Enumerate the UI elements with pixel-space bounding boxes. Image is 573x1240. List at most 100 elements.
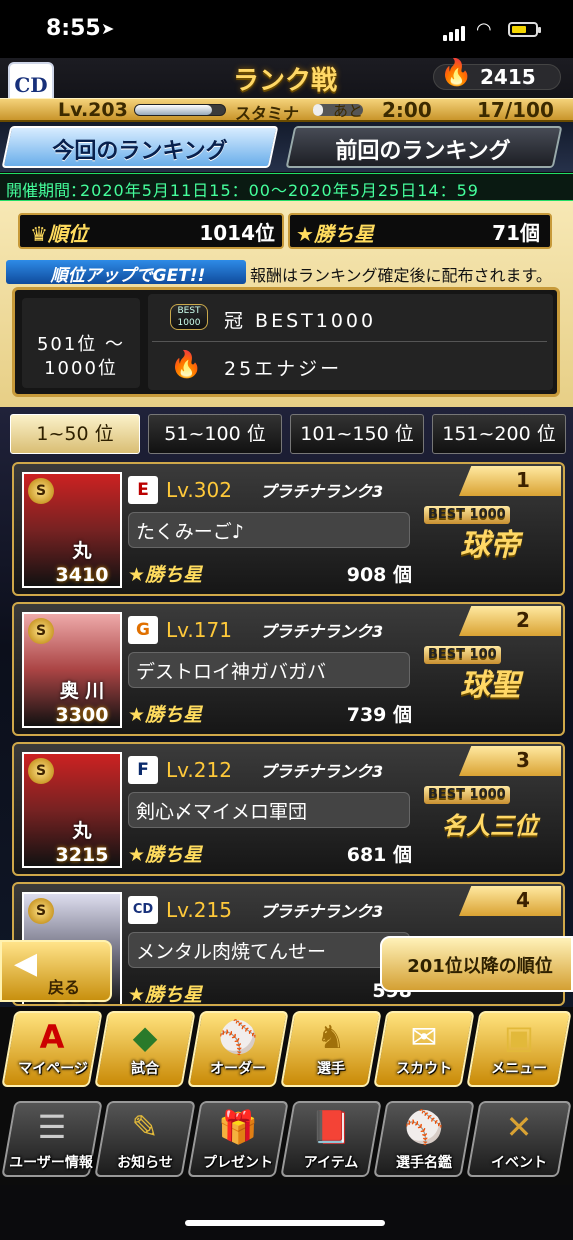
stamina-remaining-label: あと — [333, 102, 364, 120]
player-name: 奥 川 — [59, 680, 105, 702]
event-period-label: 開催期間： — [6, 181, 87, 200]
title-badge-icon: BEST 1000 名人三位 — [420, 782, 560, 870]
rank-label: ♛順位 — [30, 222, 88, 246]
nav-item-label: アイテム — [303, 1155, 359, 1171]
present-icon: 🎁 — [218, 1108, 258, 1146]
user-info-icon: ☰ — [37, 1108, 67, 1146]
player-portrait: S 丸 3410 — [22, 472, 122, 588]
platinum-rank-label: プラチナランク3 — [260, 622, 384, 641]
rank-number: 3 — [516, 748, 530, 772]
star-icon: ★ — [128, 844, 146, 866]
nav-players-label: 選手 — [317, 1061, 345, 1077]
page-tab-1-50[interactable]: 1~50 位 — [10, 414, 140, 454]
player-portrait: S 丸 3215 — [22, 752, 122, 868]
wifi-icon: ◠ — [476, 19, 492, 40]
user-name: 剣心〆マイメロ軍団 — [136, 801, 308, 823]
reward-item-crown: 冠 BEST1000 — [224, 310, 377, 332]
s-rank-badge-icon: S — [28, 618, 54, 644]
order-icon: ⚾ — [218, 1018, 258, 1056]
s-rank-badge-icon: S — [28, 898, 54, 924]
star-icon: ★ — [128, 704, 146, 726]
energy-value: 2415 — [480, 65, 536, 89]
event-bats-icon: ✕ — [505, 1108, 533, 1146]
wins-label: ★勝ち星 — [128, 844, 203, 866]
nav-menu-label: メニュー — [491, 1061, 547, 1077]
ranks-after-201-label: 201位以降の順位 — [407, 956, 553, 977]
title-badge-icon: BEST 1000 球帝 — [420, 502, 560, 590]
best-crown-icon: BEST 1000 — [170, 304, 208, 330]
title-badge-icon: BEST 100 球聖 — [420, 642, 560, 730]
player-icon: ♞ — [316, 1018, 346, 1056]
signal-icon — [443, 22, 467, 41]
reward-note: 報酬はランキング確定後に配布されます。 — [250, 266, 552, 285]
wins-value: 739 個 — [346, 704, 412, 726]
tab-current-label: 今回のランキング — [52, 139, 228, 164]
user-level: Lv.215 — [166, 898, 232, 922]
rank-number: 4 — [516, 888, 530, 912]
platinum-rank-label: プラチナランク3 — [260, 762, 384, 781]
wins-label: ★勝ち星 — [128, 984, 203, 1006]
status-bar: 8:55 ➤ ◠ — [0, 0, 573, 58]
page-tab-151-200[interactable]: 151~200 位 — [432, 414, 566, 454]
news-icon: ✎ — [131, 1108, 159, 1146]
wins-label: ★勝ち星 — [128, 704, 203, 726]
reward-range-line2: 1000位 — [44, 358, 118, 379]
page-title: ランク戦 — [232, 66, 337, 96]
nav-mypage-label: マイページ — [18, 1061, 88, 1077]
nav-order-label: オーダー — [210, 1061, 266, 1077]
player-rating: 3215 — [55, 844, 109, 866]
back-arrow-icon: ◀ — [14, 946, 38, 981]
nav-scout-label: スカウト — [396, 1061, 452, 1077]
team-icon: CD — [128, 896, 158, 924]
wins-value: 681 個 — [346, 844, 412, 866]
ranking-entry[interactable]: S 奥 川 3300 G Lv.171 プラチナランク3 デストロイ神ガバガバ … — [12, 602, 565, 736]
player-rating: 3410 — [55, 564, 109, 586]
s-rank-badge-icon: S — [28, 758, 54, 784]
badge-tag: BEST 100 — [424, 646, 501, 664]
star-icon: ★ — [128, 984, 146, 1006]
mypage-icon: A — [39, 1018, 65, 1056]
wins-value: 71個 — [492, 221, 540, 245]
stamina-label: スタミナ — [235, 104, 300, 123]
exp-gauge — [134, 104, 226, 116]
event-period-value: 2020年5月11日15：00～2020年5月25日14：59 — [80, 181, 479, 200]
item-icon: 📕 — [311, 1108, 351, 1146]
badge-tag: BEST 1000 — [424, 786, 510, 804]
crown-icon: ♛ — [30, 222, 48, 246]
player-portrait: S 奥 川 3300 — [22, 612, 122, 728]
nav-player-book-label: 選手名鑑 — [396, 1155, 452, 1171]
menu-icon: ▣ — [503, 1018, 535, 1056]
page-tab-51-100[interactable]: 51~100 位 — [148, 414, 282, 454]
nav-game-label: 試合 — [131, 1061, 159, 1077]
star-icon: ★ — [296, 222, 314, 246]
player-book-icon: ⚾ — [404, 1108, 444, 1146]
s-rank-badge-icon: S — [28, 478, 54, 504]
user-name: メンタル肉焼てんせー — [136, 941, 327, 963]
wins-label: ★勝ち星 — [296, 222, 374, 246]
user-level: Lv.302 — [166, 478, 232, 502]
reward-item-energy: 25エナジー — [224, 358, 343, 380]
nav-user-info-label: ユーザー情報 — [9, 1155, 93, 1171]
player-rating: 3300 — [55, 704, 109, 726]
team-icon: F — [128, 756, 158, 784]
rank-value: 1014位 — [199, 221, 275, 245]
player-name: 丸 — [72, 820, 92, 842]
level-label: Lv.203 — [58, 99, 128, 121]
ranking-entry[interactable]: S 丸 3410 E Lv.302 プラチナランク3 たくみーご♪ ★勝ち星 9… — [12, 462, 565, 596]
stamina-value: 17/100 — [477, 98, 554, 122]
user-level: Lv.171 — [166, 618, 232, 642]
location-arrow-icon: ➤ — [101, 19, 115, 38]
platinum-rank-label: プラチナランク3 — [260, 482, 384, 501]
nav-event-label: イベント — [491, 1155, 547, 1171]
energy-flame-icon: 🔥 — [440, 58, 473, 88]
player-name: 丸 — [72, 540, 92, 562]
star-icon: ★ — [128, 564, 146, 586]
tab-previous-label: 前回のランキング — [335, 139, 511, 164]
page-tab-101-150[interactable]: 101~150 位 — [290, 414, 424, 454]
ranking-entry[interactable]: S 丸 3215 F Lv.212 プラチナランク3 剣心〆マイメロ軍団 ★勝ち… — [12, 742, 565, 876]
wins-label: ★勝ち星 — [128, 564, 203, 586]
rank-up-heading: 順位アップでGET!! — [50, 266, 206, 286]
user-name: たくみーご♪ — [136, 521, 244, 543]
team-icon: G — [128, 616, 158, 644]
home-indicator[interactable] — [185, 1220, 385, 1226]
